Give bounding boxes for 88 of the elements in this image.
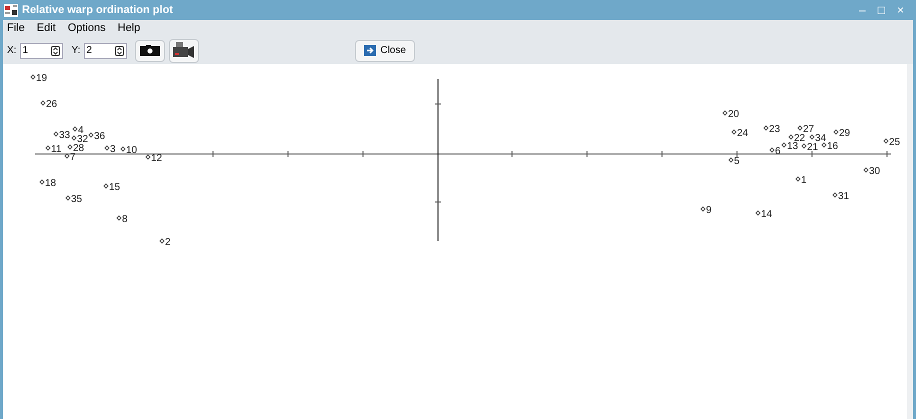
video-camera-icon [172,42,196,60]
point-marker [159,238,165,244]
point-marker [53,131,59,137]
point-label: 10 [126,145,138,156]
menu-item[interactable]: Help [118,20,140,37]
close-dialog-button[interactable]: Close [355,40,415,62]
point-marker [863,167,869,173]
point-marker [821,142,827,148]
point-label: 21 [807,142,818,153]
point-label: 29 [839,128,850,139]
point-label: 7 [70,152,76,163]
point-label: 12 [151,153,162,164]
point-marker [833,129,839,135]
point-label: 26 [46,99,58,110]
point-label: 11 [51,144,62,155]
point-label: 2 [165,237,171,248]
point-label: 20 [728,109,740,120]
point-marker [120,146,126,152]
point-label: 1 [801,175,807,186]
x-spinner[interactable]: 1 [20,42,64,58]
point-marker [801,143,807,149]
menu-item[interactable]: File [7,20,25,37]
point-marker [795,176,801,182]
window-title: Relative warp ordination plot [22,2,173,18]
point-marker [728,157,734,163]
point-marker [30,74,36,80]
point-marker [65,195,71,201]
point-label: 32 [77,134,88,145]
point-marker [71,135,77,141]
point-label: 28 [73,143,84,154]
x-value-field[interactable]: 1 [21,43,46,58]
point-label: 25 [889,137,900,148]
point-marker [72,126,78,132]
point-label: 30 [869,166,880,177]
point-marker [722,110,728,116]
point-label: 24 [737,128,748,139]
point-marker [39,179,45,185]
point-marker [781,142,787,148]
spinner-arrows-icon[interactable] [51,46,60,56]
camera-icon [140,45,160,56]
exit-arrow-icon [364,45,376,56]
point-label: 34 [815,133,826,144]
spinner-arrows-icon[interactable] [115,46,124,56]
point-label: 27 [803,124,814,135]
point-marker [104,145,110,151]
point-label: 36 [94,131,106,142]
point-label: 9 [706,205,712,216]
point-marker [788,134,794,140]
point-marker [769,147,775,153]
point-label: 16 [827,141,838,152]
point-marker [700,206,706,212]
point-label: 23 [769,124,780,135]
point-marker [832,192,838,198]
y-spinner[interactable]: 2 [84,42,128,58]
point-marker [45,145,51,151]
menu-item[interactable]: Edit [36,20,56,37]
point-label: 5 [734,156,740,167]
point-marker [883,138,889,144]
point-label: 8 [122,214,128,225]
point-label: 4 [78,125,84,136]
point-label: 3 [110,144,116,155]
menu-item[interactable]: Options [68,20,106,37]
point-marker [755,210,761,216]
point-marker [731,129,737,135]
point-marker [40,100,46,106]
point-label: 35 [71,194,82,205]
point-marker [64,153,70,159]
point-label: 13 [787,141,798,152]
point-label: 31 [838,191,850,202]
point-marker [103,183,109,189]
point-marker [797,125,803,131]
y-axis-label: Y: [71,44,80,58]
point-label: 33 [59,130,70,141]
point-marker [763,125,769,131]
point-marker [88,132,94,138]
app-icon [4,4,18,16]
y-value-field[interactable]: 2 [85,43,110,58]
point-marker [145,154,151,160]
point-label: 18 [45,178,56,189]
point-label: 15 [109,182,120,193]
snapshot-button[interactable] [135,40,166,62]
point-label: 19 [36,73,48,84]
point-label: 14 [761,209,772,220]
record-button[interactable] [169,38,200,62]
point-marker [116,215,122,221]
x-axis-label: X: [7,44,16,58]
point-marker [809,134,815,140]
point-marker [67,144,73,150]
